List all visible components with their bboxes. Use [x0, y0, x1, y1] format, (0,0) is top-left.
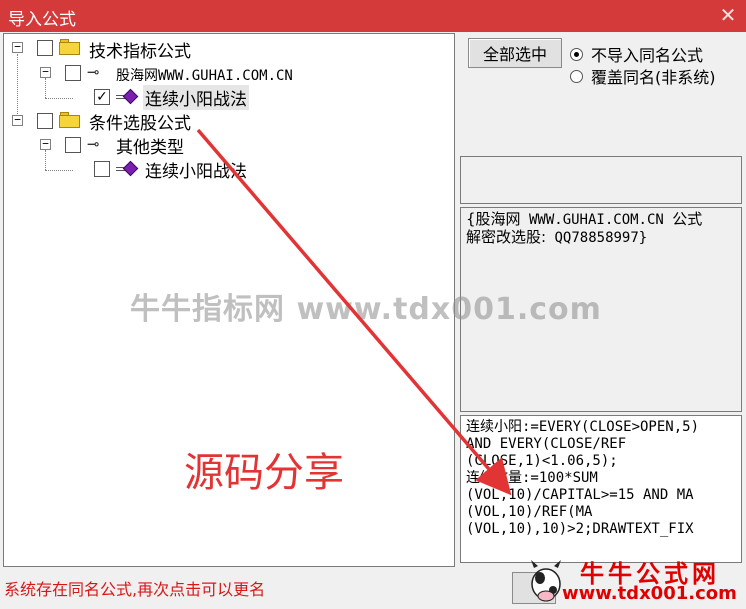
cow-mascot-icon	[531, 560, 561, 602]
logo-url: www.tdx001.com	[562, 583, 737, 604]
red-arrow-icon	[196, 128, 512, 496]
site-logo: 牛牛公式网 www.tdx001.com	[524, 548, 746, 609]
status-message: 系统存在同名公式,再次点击可以更名	[4, 580, 266, 599]
